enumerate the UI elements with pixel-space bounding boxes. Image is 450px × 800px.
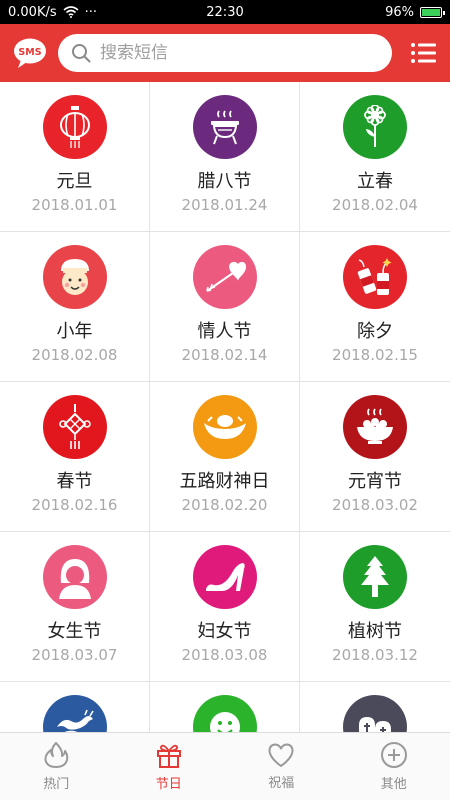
congee-pot-icon	[192, 95, 257, 159]
holiday-tile[interactable]: 元旦 2018.01.01	[0, 82, 150, 232]
tangyuan-bowl-icon	[343, 395, 407, 459]
kitchen-god-icon	[42, 245, 107, 309]
holiday-grid: 元旦 2018.01.01 腊八节 2018.01.24 立春 2018.02.…	[0, 82, 450, 732]
tombstone-icon	[343, 695, 407, 732]
search-input[interactable]	[100, 43, 360, 63]
gold-ingot-icon	[192, 395, 257, 459]
holiday-tile[interactable]: 情人节 2018.02.14	[150, 232, 300, 382]
holiday-date: 2018.03.07	[31, 646, 118, 664]
sms-logo-text: SMS	[18, 47, 41, 58]
nav-label-blessing: 祝福	[268, 776, 295, 791]
holiday-date: 2018.02.04	[332, 196, 418, 214]
holiday-name: 植树节	[348, 621, 402, 642]
status-left: 0.00K/s ···	[8, 5, 97, 20]
plus-circle-icon	[380, 742, 407, 768]
holiday-date: 2018.02.15	[332, 346, 418, 364]
holiday-name: 情人节	[197, 321, 252, 342]
holiday-tile[interactable]	[150, 682, 300, 732]
holiday-date: 2018.03.02	[332, 496, 418, 514]
holiday-name: 妇女节	[197, 621, 252, 642]
holiday-name: 立春	[357, 171, 393, 192]
holiday-tile[interactable]: 立春 2018.02.04	[300, 82, 450, 232]
nav-tab-holiday[interactable]: 节日	[113, 733, 226, 800]
high-heel-icon	[192, 545, 257, 609]
holiday-tile[interactable]: 五路财神日 2018.02.20	[150, 382, 300, 532]
holiday-name: 腊八节	[197, 171, 252, 192]
wifi-icon	[63, 6, 79, 18]
holiday-name: 女生节	[47, 621, 102, 642]
tree-icon	[343, 545, 407, 609]
nav-tab-other[interactable]: 其他	[338, 733, 450, 800]
holiday-tile[interactable]: 妇女节 2018.03.08	[150, 532, 300, 682]
nav-label-holiday: 节日	[155, 777, 182, 792]
holiday-date: 2018.03.08	[181, 646, 268, 664]
firecracker-icon	[343, 245, 407, 309]
holiday-name: 除夕	[357, 321, 393, 342]
battery-percent: 96%	[385, 4, 414, 20]
holiday-tile[interactable]	[300, 682, 450, 732]
nav-label-hot: 热门	[43, 777, 70, 792]
holiday-tile[interactable]: 春节 2018.02.16	[0, 382, 150, 532]
status-bar: 0.00K/s ··· 22:30 96%	[0, 0, 450, 24]
nav-label-other: 其他	[380, 777, 407, 792]
nav-tab-hot[interactable]: 热门	[0, 733, 113, 800]
holiday-name: 五路财神日	[179, 471, 270, 492]
holiday-name: 小年	[56, 321, 93, 342]
smiley-icon	[192, 695, 257, 732]
heart-icon	[268, 743, 294, 767]
holiday-tile[interactable]: 女生节 2018.03.07	[0, 532, 150, 682]
lantern-icon	[42, 95, 107, 159]
chinese-knot-icon	[42, 395, 107, 459]
holiday-date: 2018.02.14	[181, 346, 268, 364]
header: SMS	[0, 24, 450, 82]
holiday-date: 2018.02.16	[31, 496, 118, 514]
bottom-nav: 热门 节日 祝福 其他	[0, 732, 450, 800]
network-speed: 0.00K/s	[8, 4, 57, 20]
holiday-tile[interactable]: 腊八节 2018.01.24	[150, 82, 300, 232]
battery-icon	[420, 6, 445, 18]
holiday-name: 元旦	[56, 171, 93, 192]
holiday-date: 2018.02.20	[181, 496, 268, 514]
girl-icon	[42, 545, 107, 609]
status-more-dots: ···	[84, 4, 98, 20]
status-right: 96%	[385, 4, 445, 20]
sms-logo-icon[interactable]: SMS	[10, 33, 50, 73]
holiday-name: 元宵节	[348, 471, 402, 492]
holiday-tile[interactable]: 小年 2018.02.08	[0, 232, 150, 382]
menu-list-icon[interactable]	[406, 36, 440, 70]
holiday-date: 2018.03.12	[332, 646, 418, 664]
search-bar[interactable]	[58, 34, 392, 72]
holiday-date: 2018.01.01	[31, 196, 118, 214]
holiday-tile[interactable]: 植树节 2018.03.12	[300, 532, 450, 682]
holiday-tile[interactable]: 除夕 2018.02.15	[300, 232, 450, 382]
flame-icon	[44, 742, 69, 768]
dragon-icon	[42, 695, 107, 732]
gift-icon	[156, 744, 181, 768]
flower-icon	[343, 95, 407, 159]
heart-arrow-icon	[192, 245, 257, 309]
holiday-tile[interactable]	[0, 682, 150, 732]
search-icon	[72, 44, 91, 63]
holiday-name: 春节	[56, 471, 93, 492]
holiday-tile[interactable]: 元宵节 2018.03.02	[300, 382, 450, 532]
holiday-date: 2018.02.08	[31, 346, 118, 364]
holiday-date: 2018.01.24	[181, 196, 268, 214]
nav-tab-blessing[interactable]: 祝福	[225, 733, 338, 800]
